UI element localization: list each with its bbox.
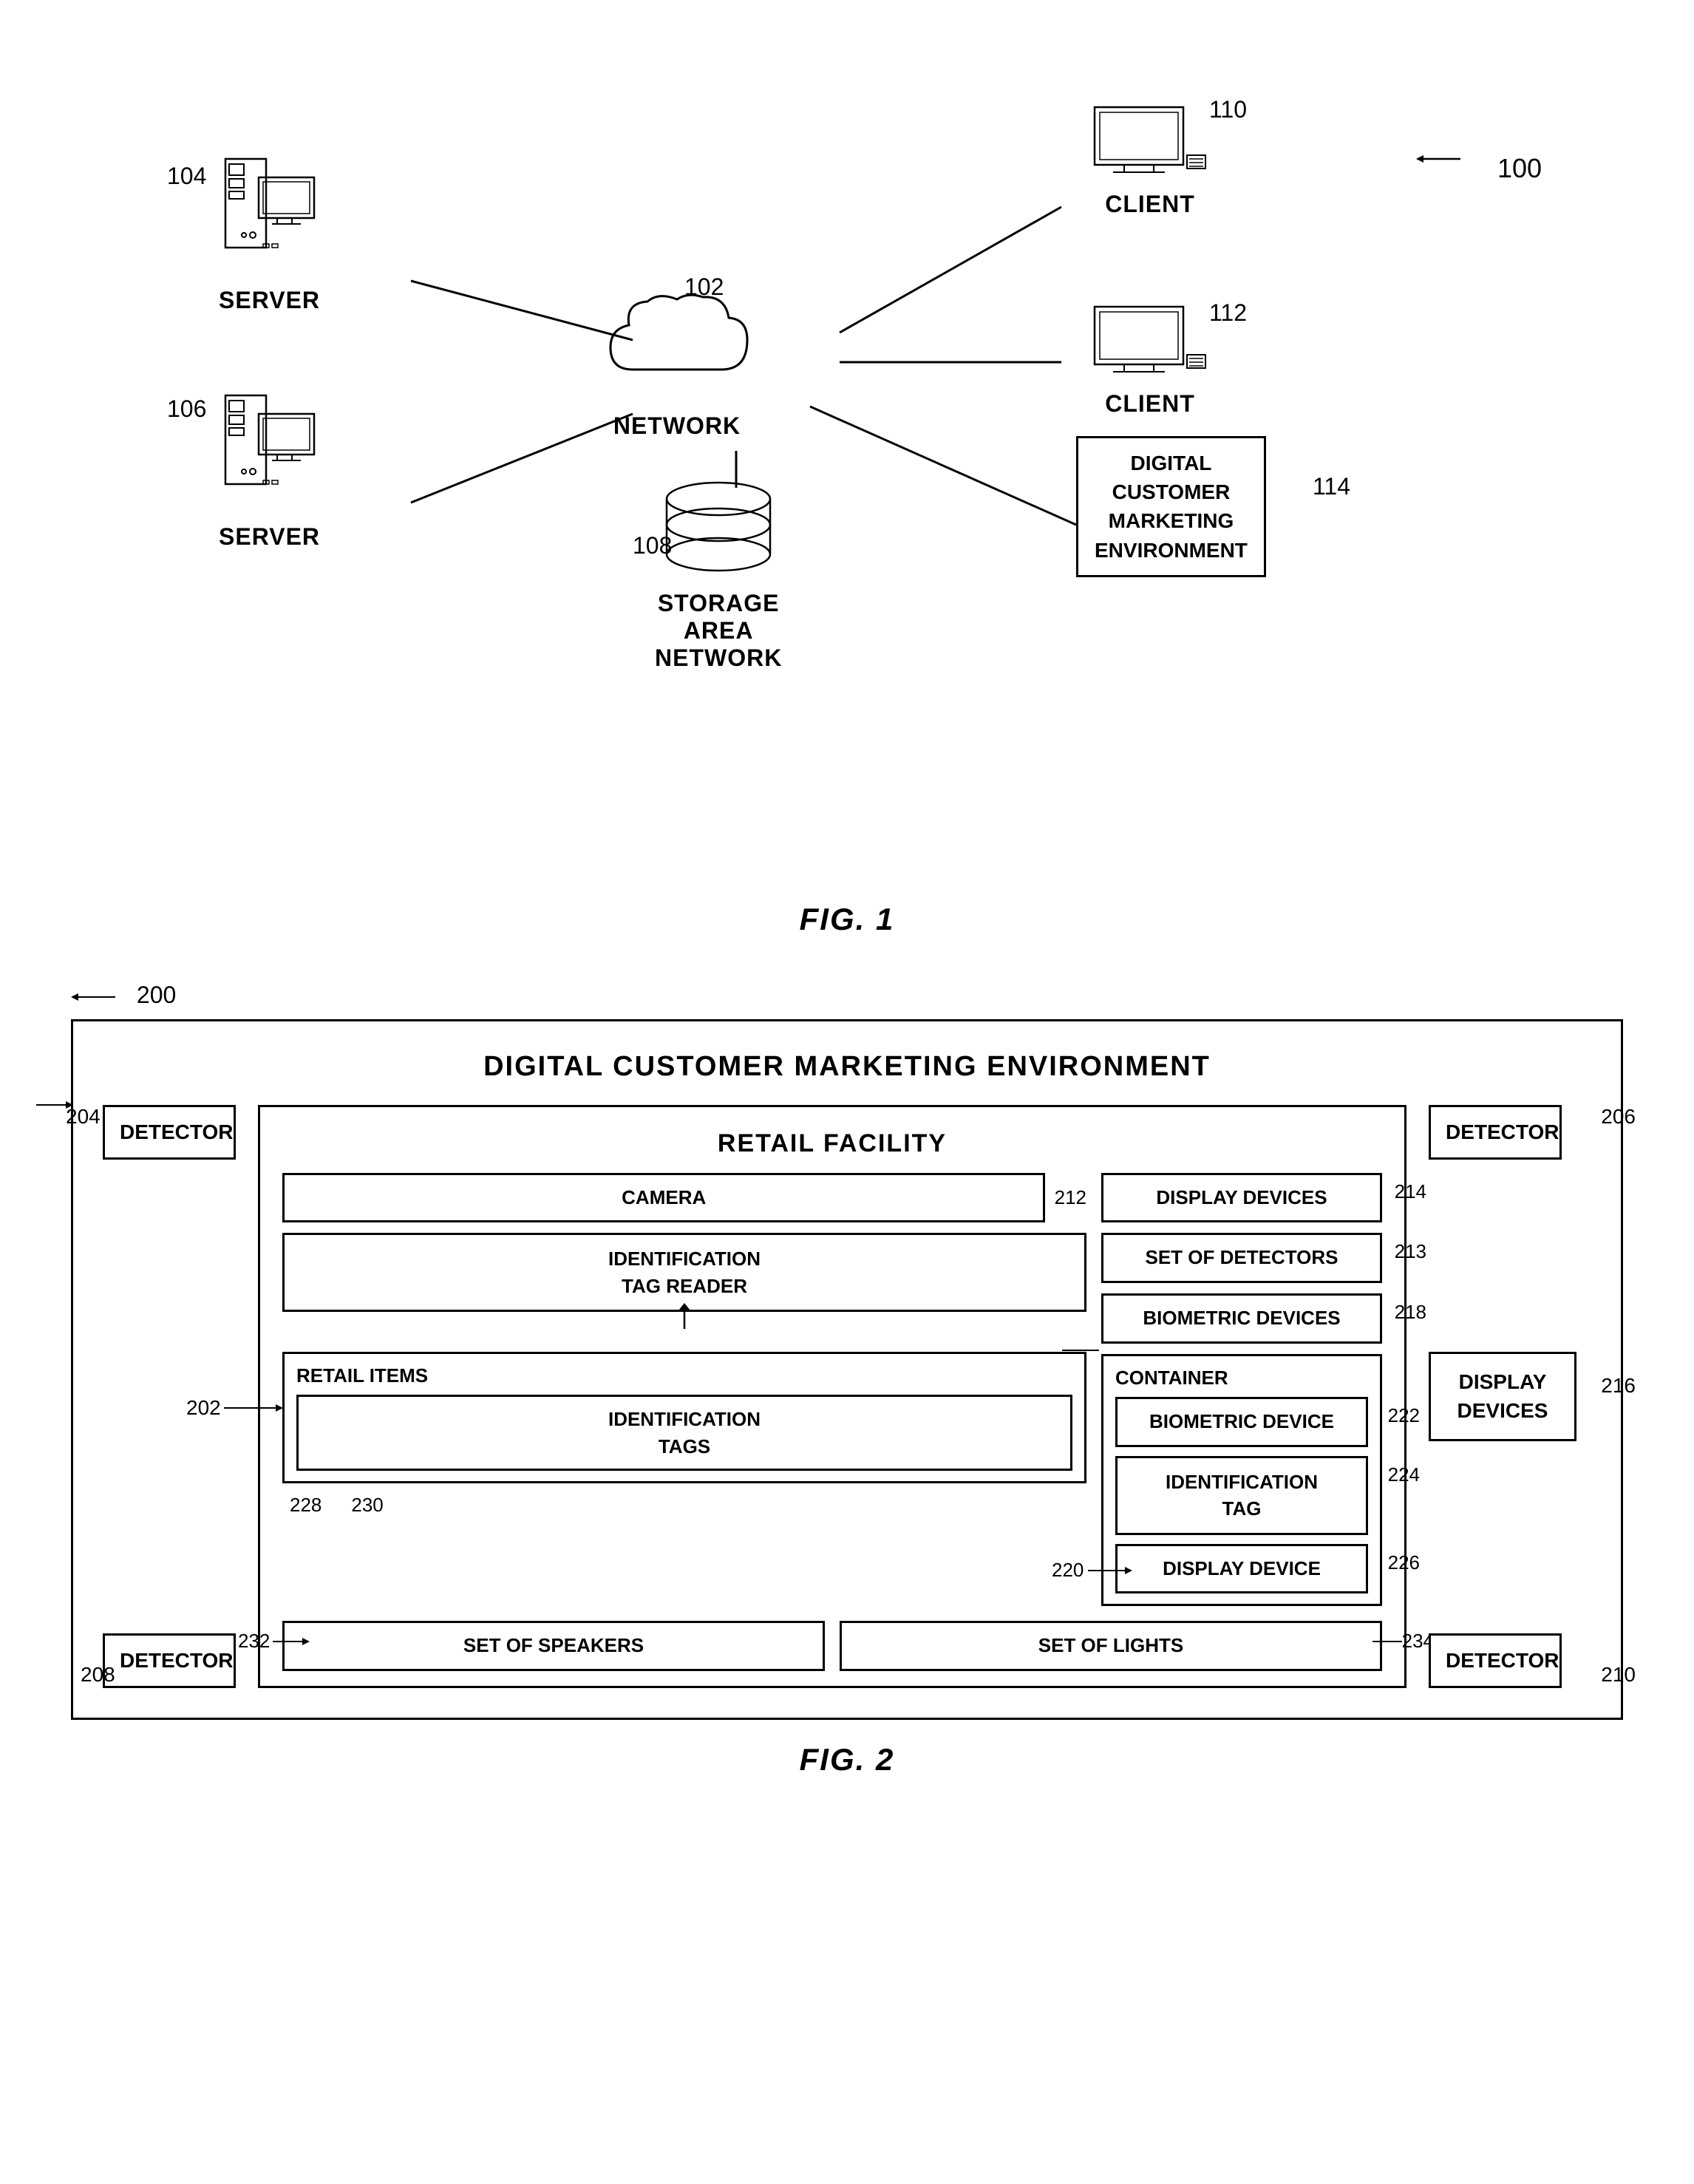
ref-232b-label: 232 <box>238 1630 310 1653</box>
set-of-lights-box: SET OF LIGHTS <box>840 1621 1382 1671</box>
biometric-devices-box: BIOMETRIC DEVICES <box>1101 1293 1382 1344</box>
ref-218-label: 218 <box>1392 1301 1426 1324</box>
detector-bottom-right-wrapper: 210 DETECTOR <box>1429 1633 1591 1688</box>
camera-box: CAMERA <box>282 1173 1045 1223</box>
id-tags-box: IDENTIFICATION TAGS <box>296 1395 1072 1471</box>
display-devices-right: DISPLAY DEVICES <box>1429 1352 1576 1440</box>
refs-228-230: 228 230 <box>282 1494 1086 1517</box>
detector-bottom-right: DETECTOR <box>1429 1633 1562 1688</box>
ref-100: 100 <box>1416 140 1542 184</box>
monitor-icon-2 <box>1091 303 1209 384</box>
ref-200-label: 200 <box>71 982 176 1008</box>
container-inner: BIOMETRIC DEVICE 222 IDENTIFICATION TAG … <box>1115 1397 1368 1593</box>
display-devices-right-wrapper: 216 DISPLAY DEVICES <box>1429 1352 1591 1440</box>
ref-110: 110 <box>1209 96 1247 123</box>
fig1-diagram: NETWORK 102 SERVER 104 <box>71 44 1623 857</box>
facility-right-col: DISPLAY DEVICES 214 SET OF DETECTORS 213… <box>1101 1173 1382 1607</box>
biometric-device-box: BIOMETRIC DEVICE <box>1115 1397 1368 1447</box>
bottom-row: SET OF SPEAKERS 232 SET OF LIGHTS <box>282 1621 1382 1671</box>
cloud-icon <box>603 288 751 406</box>
fig2-center-box: RETAIL FACILITY CAMERA 212 IDENTI <box>258 1105 1406 1689</box>
display-device-box: DISPLAY DEVICE <box>1115 1544 1368 1594</box>
retail-items-outer: RETAIL ITEMS IDENTIFICATION TAGS <box>282 1352 1086 1483</box>
ref-112: 112 <box>1209 299 1247 327</box>
ref-234-label: 234 <box>1365 1630 1434 1653</box>
container-outer: CONTAINER BIOMETRIC DEVICE 222 IDENTIFIC… <box>1101 1354 1382 1606</box>
ref-208: 208 <box>81 1663 115 1687</box>
ref-102: 102 <box>684 273 724 301</box>
ref-108: 108 <box>633 532 672 559</box>
facility-left-col: CAMERA 212 IDENTIFICATION TAG READER <box>282 1173 1086 1517</box>
fig2-outer-box: DIGITAL CUSTOMER MARKETING ENVIRONMENT 2… <box>71 1019 1623 1721</box>
server-icon <box>222 155 318 281</box>
ref-226-label: 226 <box>1386 1551 1420 1574</box>
detector-bottom-left: DETECTOR <box>103 1633 236 1688</box>
ref-212-label: 212 <box>1052 1186 1086 1209</box>
fig1-caption: FIG. 1 <box>59 902 1635 937</box>
client2-node: CLIENT <box>1091 303 1209 418</box>
display-devices-box: DISPLAY DEVICES <box>1101 1173 1382 1223</box>
server2-node: SERVER <box>219 392 320 551</box>
ref-202-label: 202 <box>186 1396 283 1420</box>
ref-214-label: 214 <box>1392 1180 1426 1203</box>
client1-node: CLIENT <box>1091 103 1209 218</box>
ref-220-label: 220 <box>1052 1559 1132 1582</box>
right-col: 206 DETECTOR 216 DISPLAY DEVICES 210 DET… <box>1429 1105 1591 1689</box>
id-tag-reader-box: IDENTIFICATION TAG READER <box>282 1233 1086 1312</box>
ref-210: 210 <box>1601 1663 1636 1687</box>
fig2-inner-row: 204 DETECTOR 208 DETECTOR RETAIL FA <box>103 1105 1591 1689</box>
ref-224-label: 224 <box>1386 1463 1420 1486</box>
detector-top-right: DETECTOR <box>1429 1105 1562 1160</box>
detector-top-left: DETECTOR <box>103 1105 236 1160</box>
monitor-icon <box>1091 103 1209 185</box>
ref-222-label: 222 <box>1386 1404 1420 1427</box>
ref-206: 206 <box>1601 1105 1636 1129</box>
server-icon-2 <box>222 392 318 517</box>
ref-114: 114 <box>1313 473 1350 500</box>
detector-top-right-wrapper: 206 DETECTOR <box>1429 1105 1591 1160</box>
set-of-detectors-box: SET OF DETECTORS <box>1101 1233 1382 1283</box>
fig2-diagram: 200 DIGITAL CUSTOMER MARKETING ENVIRONME… <box>71 982 1623 1720</box>
set-of-speakers-box: SET OF SPEAKERS <box>282 1621 825 1671</box>
ref-106: 106 <box>167 395 206 423</box>
ref-216: 216 <box>1601 1374 1636 1398</box>
ref-104: 104 <box>167 163 206 190</box>
ref-228-label <box>1062 1339 1106 1361</box>
storage-node: STORAGE AREA NETWORK <box>655 480 782 672</box>
id-tag-box: IDENTIFICATION TAG <box>1115 1456 1368 1535</box>
db-icon <box>659 480 778 584</box>
network-node: NETWORK <box>603 288 751 440</box>
server1-node: SERVER <box>219 155 320 314</box>
ref-213-label: 213 <box>1392 1240 1426 1263</box>
dcme-node: DIGITAL CUSTOMER MARKETING ENVIRONMENT <box>1076 436 1266 577</box>
fig2-caption: FIG. 2 <box>59 1742 1635 1778</box>
